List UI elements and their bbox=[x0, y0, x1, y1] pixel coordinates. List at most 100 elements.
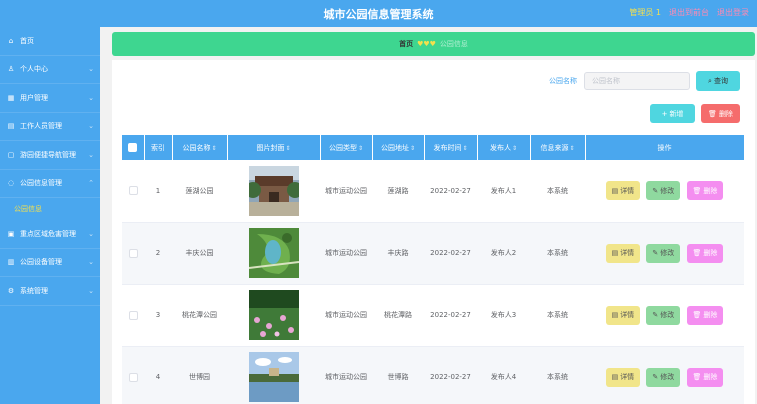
column-header-index: 索引 bbox=[144, 135, 173, 160]
back-to-frontend-link[interactable]: 退出到前台 bbox=[669, 7, 709, 18]
delete-button[interactable]: 🗑 删除 bbox=[686, 367, 724, 387]
add-button-label: 新增 bbox=[669, 109, 684, 118]
column-header-address[interactable]: 公园地址⇕ bbox=[372, 135, 425, 160]
heart-icons: ♥♥♥ bbox=[417, 40, 436, 48]
pencil-icon: ✎ bbox=[652, 311, 659, 319]
row-checkbox[interactable] bbox=[128, 186, 138, 196]
delete-button-label: 删除 bbox=[718, 109, 733, 118]
cell-address: 桃花潭路 bbox=[372, 284, 424, 347]
cell-address: 丰庆路 bbox=[372, 222, 424, 285]
search-button-label: 查询 bbox=[713, 77, 728, 85]
search-button[interactable]: ⌕ 查询 bbox=[696, 71, 740, 91]
plus-icon: + bbox=[661, 109, 668, 118]
sort-icon[interactable]: ⇕ bbox=[512, 145, 517, 152]
cell-source: 本系统 bbox=[530, 284, 585, 347]
park-cover-image bbox=[248, 165, 299, 216]
delete-button[interactable]: 🗑 删除 bbox=[686, 243, 724, 263]
device-icon: ▥ bbox=[7, 258, 15, 267]
sidebar-item-label: 游园便捷导航管理 bbox=[20, 150, 76, 159]
row-checkbox[interactable] bbox=[128, 372, 138, 382]
sidebar-subitem-park-info[interactable]: 公园信息 bbox=[0, 198, 100, 220]
chevron-down-icon: ⌄ bbox=[88, 65, 94, 74]
column-header-actions: 操作 bbox=[585, 135, 745, 160]
document-icon: ▤ bbox=[611, 311, 619, 319]
edit-button[interactable]: ✎ 修改 bbox=[646, 367, 681, 387]
sort-icon[interactable]: ⇕ bbox=[285, 145, 290, 152]
sidebar-item-staff-management[interactable]: ▤ 工作人员管理 ⌄ bbox=[0, 113, 100, 141]
trash-icon: 🗑 bbox=[692, 186, 702, 195]
chevron-down-icon: ⌄ bbox=[88, 122, 94, 131]
select-all-header[interactable] bbox=[122, 135, 145, 160]
table-header-row: 索引 公园名称⇕ 图片封面⇕ 公园类型⇕ 公园地址⇕ 发布时间⇕ 发布人⇕ 信息… bbox=[122, 135, 745, 160]
trash-icon: 🗑 bbox=[708, 109, 717, 118]
settings-icon: ⚙ bbox=[7, 286, 15, 295]
batch-delete-button[interactable]: 🗑 删除 bbox=[701, 104, 740, 123]
detail-button[interactable]: ▤ 详情 bbox=[605, 243, 641, 263]
user-icon: ♙ bbox=[7, 65, 15, 74]
cell-type: 城市运动公园 bbox=[320, 346, 372, 404]
row-checkbox[interactable] bbox=[128, 248, 138, 258]
cell-publisher: 发布人1 bbox=[477, 160, 530, 223]
chevron-down-icon: ⌄ bbox=[88, 93, 94, 102]
main-content: 首页 ♥♥♥ 公园信息 公园名称 ⌕ 查询 + 新增 🗑 删除 bbox=[100, 27, 757, 404]
column-header-type[interactable]: 公园类型⇕ bbox=[320, 135, 373, 160]
trash-icon: 🗑 bbox=[692, 249, 702, 257]
logout-link[interactable]: 退出登录 bbox=[717, 7, 749, 18]
chevron-down-icon: ⌄ bbox=[88, 229, 94, 238]
document-icon: ▤ bbox=[611, 249, 619, 257]
pencil-icon: ✎ bbox=[652, 373, 659, 381]
cell-name: 莲湖公园 bbox=[172, 160, 227, 223]
sidebar-item-personal-center[interactable]: ♙ 个人中心 ⌄ bbox=[0, 56, 100, 84]
cell-date: 2022-02-27 bbox=[424, 160, 477, 223]
document-icon: ▤ bbox=[611, 373, 619, 381]
park-info-table: 索引 公园名称⇕ 图片封面⇕ 公园类型⇕ 公园地址⇕ 发布时间⇕ 发布人⇕ 信息… bbox=[122, 135, 745, 404]
sidebar-item-label: 公园信息管理 bbox=[20, 179, 62, 188]
sidebar-item-label: 个人中心 bbox=[20, 65, 48, 74]
edit-button[interactable]: ✎ 修改 bbox=[646, 305, 681, 325]
sort-icon[interactable]: ⇕ bbox=[569, 145, 574, 152]
add-button[interactable]: + 新增 bbox=[650, 104, 695, 123]
park-name-search-input[interactable] bbox=[584, 72, 690, 90]
sidebar-item-park-info-management[interactable]: ◌ 公园信息管理 ⌃ bbox=[0, 170, 100, 198]
column-header-date[interactable]: 发布时间⇕ bbox=[424, 135, 478, 160]
column-header-cover[interactable]: 图片封面⇕ bbox=[227, 135, 321, 160]
sidebar-item-label: 公园设备管理 bbox=[20, 258, 62, 267]
sidebar-item-user-management[interactable]: ▦ 用户管理 ⌄ bbox=[0, 84, 100, 113]
column-header-source[interactable]: 信息来源⇕ bbox=[530, 135, 586, 160]
breadcrumb-current: 公园信息 bbox=[439, 40, 468, 48]
cell-name: 世博园 bbox=[172, 346, 227, 404]
delete-button[interactable]: 🗑 删除 bbox=[686, 305, 724, 325]
sidebar-item-navigation-management[interactable]: ▢ 游园便捷导航管理 ⌄ bbox=[0, 141, 100, 170]
detail-button[interactable]: ▤ 详情 bbox=[605, 367, 641, 387]
sort-icon[interactable]: ⇕ bbox=[358, 145, 363, 152]
sort-icon[interactable]: ⇕ bbox=[211, 145, 216, 152]
cell-publisher: 发布人4 bbox=[477, 346, 530, 404]
user-role: 管理员 1 bbox=[629, 8, 661, 17]
sidebar-item-home[interactable]: ⌂ 首页 bbox=[0, 27, 100, 56]
chevron-down-icon: ⌄ bbox=[88, 150, 94, 159]
sort-icon[interactable]: ⇕ bbox=[410, 145, 415, 152]
cell-publisher: 发布人2 bbox=[477, 222, 530, 285]
column-header-publisher[interactable]: 发布人⇕ bbox=[477, 135, 531, 160]
sidebar-item-hazard-management[interactable]: ▣ 重点区域危害管理 ⌄ bbox=[0, 220, 100, 249]
sidebar-item-label: 用户管理 bbox=[20, 93, 48, 102]
sidebar-item-label: 首页 bbox=[20, 36, 34, 45]
row-checkbox[interactable] bbox=[128, 310, 138, 320]
column-header-name[interactable]: 公园名称⇕ bbox=[172, 135, 228, 160]
select-all-checkbox[interactable] bbox=[128, 143, 138, 152]
detail-button[interactable]: ▤ 详情 bbox=[605, 305, 641, 325]
edit-button[interactable]: ✎ 修改 bbox=[646, 181, 681, 201]
cell-source: 本系统 bbox=[530, 346, 585, 404]
breadcrumb-home[interactable]: 首页 bbox=[399, 39, 413, 49]
edit-button[interactable]: ✎ 修改 bbox=[646, 243, 681, 263]
home-icon: ⌂ bbox=[8, 36, 14, 45]
sidebar-item-device-management[interactable]: ▥ 公园设备管理 ⌄ bbox=[0, 249, 100, 277]
chevron-up-icon: ⌃ bbox=[88, 179, 94, 188]
table-row: 1 莲湖公园 城市运动公园 莲湖路 2022-02-27 发布人1 本系统 ▤ 详… bbox=[122, 160, 744, 223]
sort-icon[interactable]: ⇕ bbox=[462, 145, 467, 152]
sidebar-item-system-management[interactable]: ⚙ 系统管理 ⌄ bbox=[0, 277, 100, 306]
pencil-icon: ✎ bbox=[652, 249, 659, 257]
search-icon: ⌕ bbox=[708, 76, 712, 85]
detail-button[interactable]: ▤ 详情 bbox=[605, 181, 641, 201]
delete-button[interactable]: 🗑 删除 bbox=[686, 181, 724, 201]
